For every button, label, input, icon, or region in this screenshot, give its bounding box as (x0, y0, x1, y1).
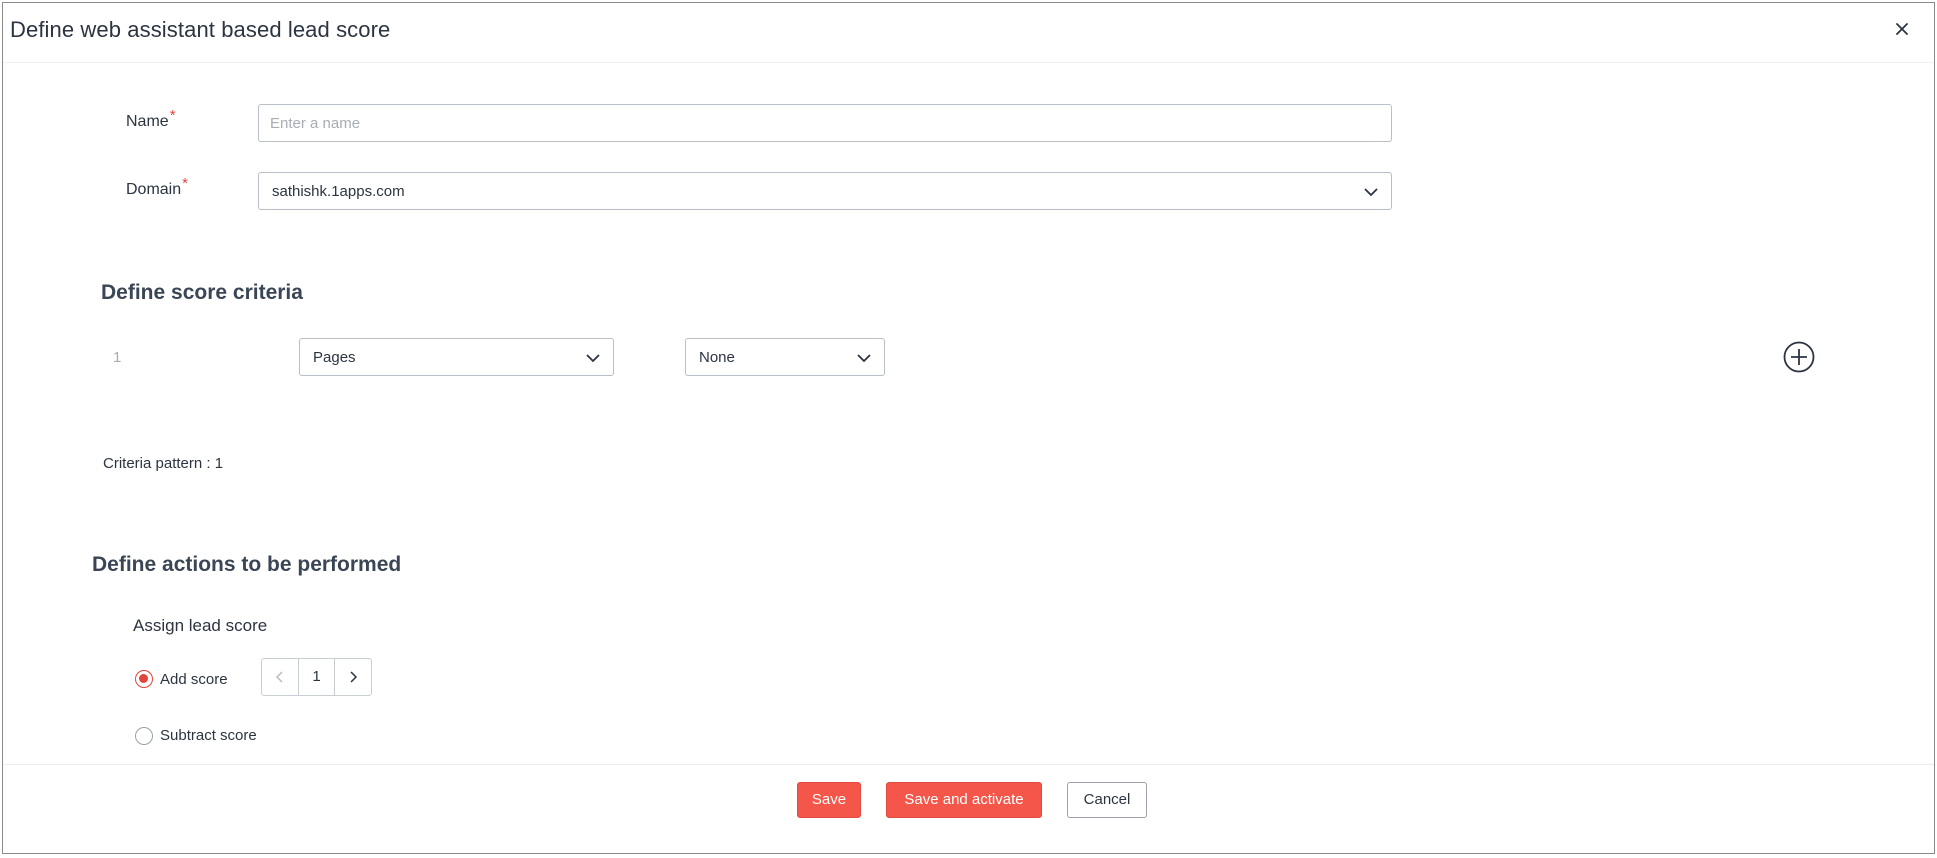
criteria-pattern: Criteria pattern : 1 (103, 455, 224, 472)
add-criteria-button[interactable] (1782, 340, 1816, 374)
chevron-down-icon (586, 354, 600, 363)
chevron-right-icon (350, 671, 358, 683)
name-required-mark: * (169, 107, 176, 124)
add-score-label[interactable]: Add score (160, 671, 228, 688)
cancel-button[interactable]: Cancel (1067, 782, 1147, 818)
close-icon (1896, 23, 1908, 35)
domain-select[interactable]: sathishk.1apps.com (258, 172, 1392, 210)
domain-select-value: sathishk.1apps.com (272, 183, 405, 200)
domain-label-text: Domain (126, 181, 182, 198)
criteria-row-index: 1 (113, 349, 122, 366)
score-value[interactable]: 1 (299, 659, 334, 695)
criteria-field-select[interactable]: Pages (299, 338, 614, 376)
criteria-field-value: Pages (313, 349, 356, 366)
modal-title: Define web assistant based lead score (10, 17, 391, 42)
criteria-operator-value: None (699, 349, 735, 366)
modal-header: Define web assistant based lead score (3, 3, 1934, 63)
save-button[interactable]: Save (797, 782, 861, 818)
assign-lead-score-label: Assign lead score (133, 616, 268, 635)
add-score-radio[interactable] (135, 670, 153, 688)
save-and-activate-button[interactable]: Save and activate (886, 782, 1042, 818)
actions-title: Define actions to be performed (92, 553, 402, 576)
lead-score-modal: Define web assistant based lead score Na… (2, 2, 1935, 854)
increment-button[interactable] (334, 659, 371, 695)
subtract-score-radio[interactable] (135, 727, 153, 745)
name-input[interactable] (258, 104, 1392, 142)
subtract-score-label[interactable]: Subtract score (160, 727, 257, 744)
name-label: Name* (126, 107, 176, 131)
chevron-down-icon (857, 354, 871, 363)
plus-circle-icon (1783, 341, 1815, 373)
domain-required-mark: * (182, 175, 188, 192)
score-stepper: 1 (261, 658, 372, 696)
score-criteria-title: Define score criteria (101, 281, 303, 304)
modal-footer: Save Save and activate Cancel (3, 764, 1934, 854)
close-button[interactable] (1890, 17, 1914, 41)
criteria-operator-select[interactable]: None (685, 338, 885, 376)
chevron-down-icon (1364, 188, 1378, 197)
decrement-button[interactable] (262, 659, 299, 695)
chevron-left-icon (275, 671, 283, 683)
domain-label: Domain* (126, 175, 188, 199)
name-label-text: Name (126, 113, 169, 130)
